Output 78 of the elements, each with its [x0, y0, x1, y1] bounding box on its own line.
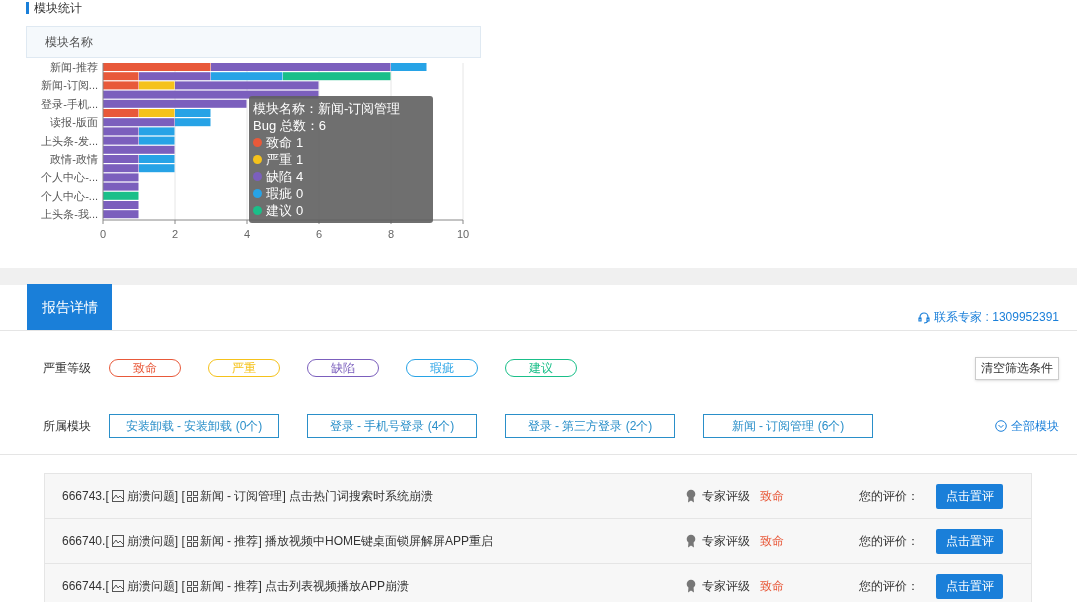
module-filter-button[interactable]: 登录 - 第三方登录 (2个)	[505, 413, 675, 438]
issue-summary: 新闻 - 订阅管理] 点击热门词搜索时系统崩溃	[199, 488, 434, 505]
your-rating-label: 您的评价：	[859, 488, 920, 505]
tab[interactable]: 报告详情	[27, 284, 112, 330]
section-title: 模块统计	[34, 1, 82, 15]
tooltip-total: Bug 总数：6	[253, 117, 327, 134]
bar	[103, 182, 139, 191]
series-name: 建议	[266, 202, 292, 219]
tick-label: 8	[387, 228, 395, 240]
headset-icon	[918, 310, 931, 324]
image-icon	[111, 535, 124, 547]
comment-button[interactable]: 点击置评	[936, 528, 1003, 554]
bar	[103, 191, 139, 200]
series-name: 瑕疵	[266, 185, 292, 202]
bar	[103, 210, 139, 219]
axis-label: 个人中心-...	[41, 189, 98, 202]
grid-icon	[186, 580, 198, 592]
series-value: 0	[296, 202, 304, 219]
grid-icon	[186, 535, 198, 547]
series-value: 1	[296, 151, 304, 168]
axis-label: 新闻-订阅...	[41, 79, 98, 92]
expert-rating-label: 专家评级	[702, 533, 750, 550]
filter-label: 所属模块	[43, 417, 92, 435]
contact-expert: 联系专家 : 1309952391	[934, 309, 1059, 326]
axis-label: 登录-手机...	[41, 97, 98, 110]
bar	[103, 173, 139, 182]
axis-label: 读报-版面	[50, 116, 98, 129]
axis-label: 上头条-我...	[41, 208, 98, 221]
grid-icon	[186, 490, 198, 502]
issue-summary: 新闻 - 推荐] 点击列表视频播放APP崩溃	[199, 578, 410, 595]
issue-type: 崩溃问题] [	[126, 578, 185, 595]
expert-rating-label: 专家评级	[702, 578, 750, 595]
expert-rating: 致命	[760, 533, 784, 550]
chevron-down-icon	[995, 419, 1007, 432]
medal-icon	[686, 534, 696, 548]
series-name: 致命	[266, 134, 292, 151]
expert-rating-label: 专家评级	[702, 488, 750, 505]
series-name: 缺陷	[266, 168, 292, 185]
filter-label: 严重等级	[43, 360, 92, 377]
your-rating-label: 您的评价：	[859, 578, 920, 595]
expert-rating: 致命	[760, 488, 784, 505]
expert-rating: 致命	[760, 578, 784, 595]
image-icon	[111, 490, 124, 502]
issue-summary: 新闻 - 推荐] 播放视频中HOME键桌面锁屏解屏APP重启	[199, 533, 494, 550]
issue-id: 666740.[	[62, 533, 109, 550]
tick-label: 6	[315, 228, 323, 240]
issue-type: 崩溃问题] [	[126, 488, 185, 505]
series-value: 1	[296, 134, 304, 151]
tick-label: 4	[243, 228, 251, 240]
axis-label: 个人中心-...	[41, 171, 98, 184]
module-filter-button[interactable]: 安装卸载 - 安装卸载 (0个)	[109, 413, 279, 438]
comment-button[interactable]: 点击置评	[936, 483, 1003, 509]
axis-label: 上头条-发...	[41, 134, 98, 147]
tick-label: 2	[171, 228, 179, 240]
axis-label: 新闻-推荐	[50, 61, 98, 73]
tick-label: 0	[99, 228, 107, 240]
bar	[139, 164, 175, 173]
medal-icon	[686, 489, 696, 503]
tick-label: 10	[456, 228, 470, 240]
bar	[103, 164, 139, 173]
title-marker	[26, 2, 29, 14]
series-value: 4	[296, 168, 304, 185]
all-modules-link[interactable]: 全部模块	[995, 416, 1059, 435]
series-value: 0	[296, 185, 304, 202]
module-filter-button[interactable]: 登录 - 手机号登录 (4个)	[307, 413, 477, 438]
issue-id: 666744.[	[62, 578, 109, 595]
issue-id: 666743.[	[62, 488, 109, 505]
issue-type: 崩溃问题] [	[126, 533, 185, 550]
series-name: 严重	[266, 151, 292, 168]
tooltip-title: 模块名称：新闻-订阅管理	[253, 100, 402, 117]
module-filter-button[interactable]: 新闻 - 订阅管理 (6个)	[703, 413, 873, 438]
comment-button[interactable]: 点击置评	[936, 573, 1003, 599]
axis-label: 政情-政情	[50, 153, 98, 165]
header-label: 模块名称	[45, 34, 93, 51]
medal-icon	[686, 579, 696, 593]
image-icon	[111, 580, 124, 592]
clear-filters-button[interactable]: 清空筛选条件	[975, 356, 1059, 380]
your-rating-label: 您的评价：	[859, 533, 920, 550]
